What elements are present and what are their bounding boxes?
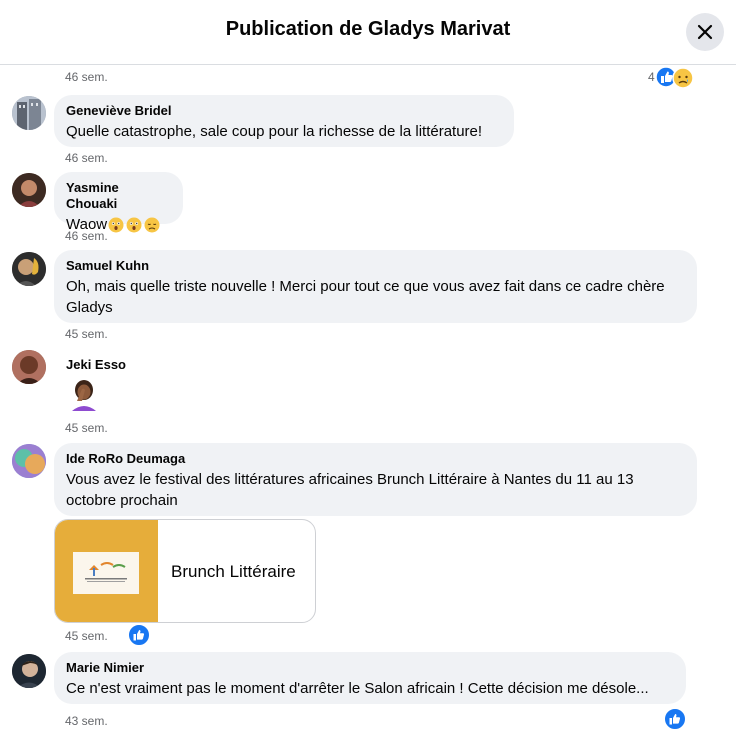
- building-photo-icon: [12, 96, 46, 130]
- profile-photo-icon: [12, 444, 46, 478]
- comment-bubble: Ide RoRo Deumaga Vous avez le festival d…: [54, 443, 697, 516]
- profile-photo-icon: [12, 350, 46, 384]
- comment-bubble: Marie Nimier Ce n'est vraiment pas le mo…: [54, 652, 686, 704]
- comment-time[interactable]: 45 sem.: [65, 629, 108, 643]
- comment-time[interactable]: 46 sem.: [65, 70, 108, 84]
- comment-author-label: Jeki Esso: [66, 357, 126, 372]
- avatar[interactable]: [12, 96, 46, 130]
- dialog-title: Publication de Gladys Marivat: [225, 18, 511, 40]
- link-thumbnail: [55, 520, 158, 622]
- close-button[interactable]: [686, 13, 724, 51]
- comment-time[interactable]: 46 sem.: [65, 151, 108, 165]
- like-icon: [669, 714, 681, 725]
- sad-emoji-icon: [672, 67, 694, 89]
- astonished-emoji-icon: [108, 217, 124, 232]
- comment-time[interactable]: 46 sem.: [65, 229, 108, 243]
- link-title: Brunch Littéraire: [171, 562, 296, 581]
- like-reaction-badge[interactable]: [663, 707, 687, 731]
- avatar[interactable]: [12, 350, 46, 384]
- comment-bubble: Yasmine Chouaki Waow: [54, 172, 183, 233]
- comment-text: Oh, mais quelle triste nouvelle ! Merci …: [66, 278, 665, 316]
- like-icon: [133, 630, 145, 641]
- avatar[interactable]: [12, 173, 46, 207]
- comment-bubble: Samuel Kuhn Oh, mais quelle triste nouve…: [54, 250, 697, 323]
- comment-time[interactable]: 43 sem.: [65, 714, 108, 728]
- close-icon: [697, 24, 713, 40]
- profile-photo-icon: [12, 252, 46, 286]
- comment-text: Quelle catastrophe, sale coup pour la ri…: [66, 123, 483, 140]
- link-preview-card[interactable]: Brunch Littéraire: [54, 519, 316, 623]
- profile-photo-icon: [12, 654, 46, 688]
- reaction-count: 4: [648, 70, 655, 84]
- dialog-header: Publication de Gladys Marivat: [0, 0, 736, 65]
- comment-author[interactable]: Geneviève Bridel: [66, 103, 502, 119]
- avatar[interactable]: [12, 654, 46, 688]
- avatar[interactable]: [12, 444, 46, 478]
- comment-author[interactable]: Samuel Kuhn: [66, 258, 685, 274]
- astonished-emoji-icon: [126, 217, 142, 232]
- comment-author[interactable]: Yasmine Chouaki: [66, 180, 171, 212]
- comment-text: Ce n'est vraiment pas le moment d'arrête…: [66, 680, 649, 697]
- facepalm-emoji-icon: [72, 380, 96, 411]
- comment-text: Vous avez le festival des littératures a…: [66, 471, 634, 509]
- like-reaction-badge[interactable]: [127, 623, 151, 647]
- brunch-logo-icon: [73, 552, 139, 594]
- disappointed-emoji-icon: [144, 217, 160, 232]
- profile-photo-icon: [12, 173, 46, 207]
- avatar[interactable]: [12, 252, 46, 286]
- comment-author[interactable]: Marie Nimier: [66, 660, 674, 676]
- comment-bubble: Geneviève Bridel Quelle catastrophe, sal…: [54, 95, 514, 147]
- comment-time[interactable]: 45 sem.: [65, 327, 108, 341]
- comment-time[interactable]: 45 sem.: [65, 421, 108, 435]
- comment-author[interactable]: Ide RoRo Deumaga: [66, 451, 685, 467]
